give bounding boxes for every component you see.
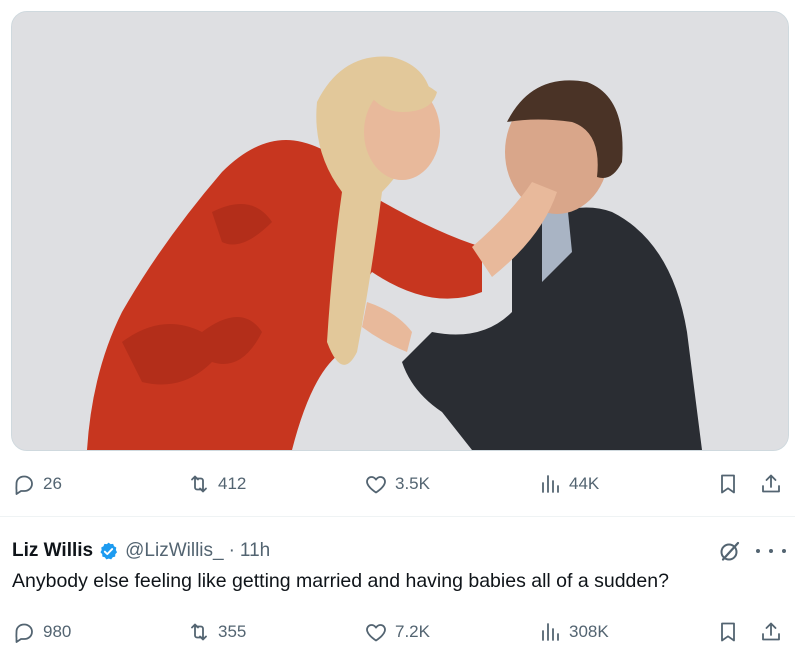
- views-chart-icon: [542, 475, 559, 493]
- bookmark-button[interactable]: [716, 470, 740, 498]
- separator-dot: ·: [228, 540, 235, 561]
- reply-button[interactable]: 980: [12, 618, 71, 646]
- author-handle[interactable]: @LizWillis_: [125, 540, 223, 562]
- view-count: 308K: [569, 622, 609, 641]
- photo-illustration: [12, 12, 788, 450]
- retweet-button[interactable]: 412: [187, 470, 246, 498]
- retweet-count: 355: [218, 622, 247, 641]
- retweet-count: 412: [218, 474, 247, 493]
- reply-count: 980: [43, 622, 72, 641]
- tweet-divider: [0, 516, 795, 517]
- like-button[interactable]: 3.5K: [364, 470, 430, 498]
- reply-button[interactable]: 26: [12, 470, 62, 498]
- tweet-header: Liz Willis @LizWillis_ · 11h: [12, 538, 270, 564]
- retweet-button[interactable]: 355: [187, 618, 246, 646]
- grok-icon[interactable]: [718, 539, 742, 563]
- reply-count: 26: [43, 474, 62, 493]
- retweet-icon: [191, 623, 207, 641]
- views-chart-icon: [542, 623, 559, 641]
- like-count: 7.2K: [395, 622, 430, 641]
- retweet-icon: [191, 475, 207, 493]
- bookmark-icon: [721, 474, 735, 494]
- tweet-text: Anybody else feeling like getting marrie…: [12, 570, 669, 592]
- share-icon: [762, 622, 780, 641]
- bookmark-icon: [721, 622, 735, 642]
- share-button[interactable]: [759, 470, 783, 498]
- views-button[interactable]: 308K: [538, 618, 609, 646]
- tweet-timestamp[interactable]: 11h: [240, 540, 270, 562]
- heart-icon: [366, 476, 386, 494]
- bookmark-button[interactable]: [716, 618, 740, 646]
- heart-icon: [366, 624, 386, 642]
- like-count: 3.5K: [395, 474, 430, 493]
- verified-badge-icon: [100, 542, 118, 559]
- author-name[interactable]: Liz Willis: [12, 540, 93, 562]
- reply-tweet-action-bar: 980 355 7.2K 308K: [0, 618, 795, 646]
- more-options-icon[interactable]: [756, 540, 786, 562]
- share-icon: [762, 474, 780, 493]
- like-button[interactable]: 7.2K: [364, 618, 430, 646]
- views-button[interactable]: 44K: [538, 470, 599, 498]
- share-button[interactable]: [759, 618, 783, 646]
- view-count: 44K: [569, 474, 600, 493]
- reply-icon: [15, 623, 33, 643]
- tweet-media-photo[interactable]: [11, 11, 789, 451]
- top-tweet-action-bar: 26 412 3.5K 44K: [0, 470, 795, 498]
- reply-icon: [15, 475, 33, 495]
